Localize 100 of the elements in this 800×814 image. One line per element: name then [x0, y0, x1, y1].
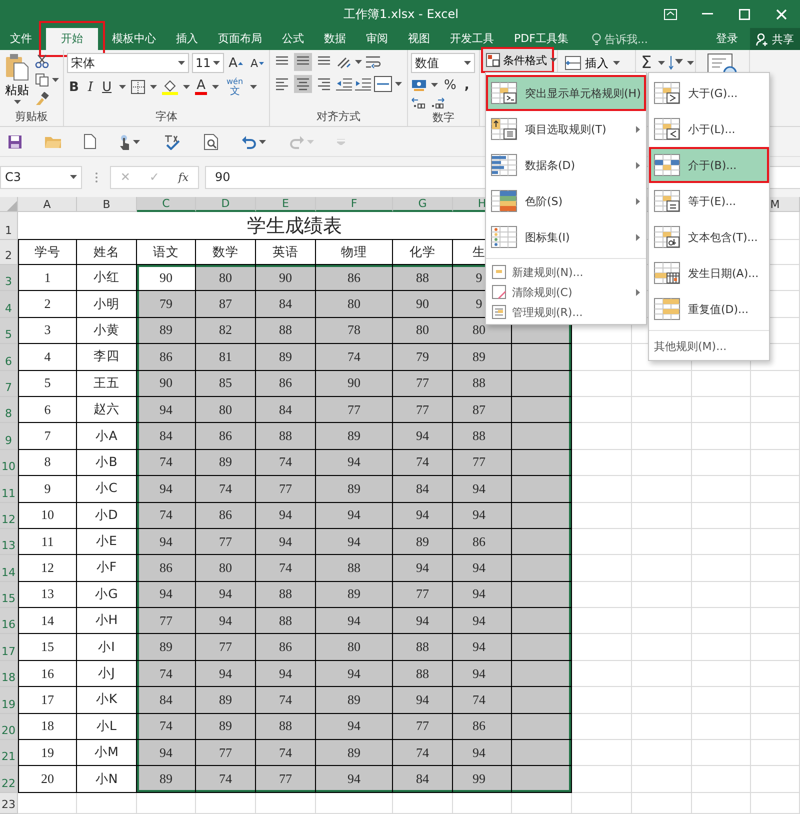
caret-icon[interactable]: [70, 175, 77, 179]
ribbon-tab[interactable]: 文件: [0, 28, 42, 50]
format-painter-icon[interactable]: [35, 92, 49, 106]
conditional-formatting-button[interactable]: 条件格式: [481, 47, 554, 73]
copy-icon[interactable]: [35, 73, 49, 87]
menu-item[interactable]: 其他规则(M)...: [649, 334, 769, 358]
ribbon-tab[interactable]: 开发工具: [440, 28, 504, 50]
close-icon[interactable]: [776, 8, 787, 20]
menu-item[interactable]: 介于(B)...: [649, 147, 769, 183]
grid-cell: [632, 423, 692, 450]
row-header: 3: [0, 265, 18, 292]
merge-cells-icon[interactable]: [374, 76, 392, 92]
wrap-text-icon[interactable]: [365, 54, 383, 70]
caret-icon[interactable]: [118, 85, 126, 89]
decrease-decimal-icon[interactable]: [431, 97, 445, 110]
table-cell: 94: [453, 502, 512, 529]
shrink-font-button[interactable]: A: [248, 53, 266, 73]
font-size-field[interactable]: 11: [192, 53, 224, 73]
caret-icon[interactable]: [431, 83, 438, 87]
print-preview-icon[interactable]: [204, 134, 218, 150]
phonetic-guide-button[interactable]: wén 文: [224, 77, 246, 97]
fill-bucket-icon[interactable]: [162, 79, 178, 95]
ribbon-tab[interactable]: 开始: [46, 28, 98, 50]
grid-cell: [692, 687, 751, 714]
share-button[interactable]: 共享: [750, 28, 800, 50]
menu-item[interactable]: 大于(G)...: [649, 75, 769, 111]
font-color-button[interactable]: A: [194, 80, 208, 94]
ribbon-tab[interactable]: 公式: [272, 28, 314, 50]
grid-cell: [751, 555, 800, 582]
ribbon-tab[interactable]: 插入: [166, 28, 208, 50]
autosum-button[interactable]: Σ: [639, 53, 654, 73]
paste-button[interactable]: 粘贴: [3, 53, 31, 109]
group-label: 数字: [432, 110, 456, 126]
caret-icon[interactable]: [212, 85, 220, 89]
ribbon-tab[interactable]: 模板中心: [102, 28, 166, 50]
caret-icon[interactable]: [14, 100, 20, 104]
caret-icon[interactable]: [182, 85, 190, 89]
menu-item[interactable]: 小于(L)...: [649, 111, 769, 147]
ribbon-tab[interactable]: 数据: [314, 28, 356, 50]
caret-icon[interactable]: [250, 85, 258, 89]
caret-icon[interactable]: [613, 61, 620, 65]
caret-icon[interactable]: [52, 78, 59, 82]
percent-button[interactable]: %: [442, 75, 458, 95]
caret-icon[interactable]: [395, 82, 402, 86]
ribbon-display-icon[interactable]: [664, 8, 677, 20]
table-cell: 84: [137, 423, 196, 450]
menu-item[interactable]: 数据条(D): [486, 147, 646, 183]
caret-icon[interactable]: [355, 60, 362, 64]
tell-me-field[interactable]: 告诉我...: [592, 28, 648, 50]
insert-function-button[interactable]: fx: [178, 170, 189, 184]
caret-icon[interactable]: [150, 85, 157, 89]
ribbon-tab[interactable]: 审阅: [356, 28, 398, 50]
font-name-field[interactable]: 宋体: [67, 53, 189, 73]
caret-icon[interactable]: [550, 58, 557, 62]
increase-indent-icon[interactable]: [355, 77, 371, 91]
caret-icon[interactable]: [464, 61, 471, 65]
increase-decimal-icon[interactable]: [411, 97, 425, 110]
bold-button[interactable]: B: [67, 77, 81, 97]
table-cell: 94: [393, 608, 453, 634]
ribbon-tab[interactable]: 页面布局: [208, 28, 272, 50]
decrease-indent-icon[interactable]: [336, 77, 352, 91]
ribbon-tab[interactable]: 视图: [398, 28, 440, 50]
undo-icon[interactable]: [241, 134, 257, 148]
table-cell: 94: [453, 476, 512, 503]
comma-button[interactable]: ,: [462, 75, 472, 95]
name-box[interactable]: C3: [0, 166, 82, 188]
caret-icon[interactable]: [178, 61, 185, 65]
align-center-icon[interactable]: [294, 75, 312, 93]
caret-icon[interactable]: [212, 61, 220, 65]
row-header: 15: [0, 582, 18, 608]
caret-icon[interactable]: [259, 140, 266, 144]
caret-icon[interactable]: [658, 61, 665, 65]
menu-item[interactable]: 发生日期(A)...: [649, 255, 769, 291]
save-icon[interactable]: [8, 134, 22, 148]
caret-icon[interactable]: [686, 61, 694, 65]
borders-icon[interactable]: [130, 80, 145, 94]
align-middle-icon[interactable]: [294, 53, 312, 71]
menu-item[interactable]: 项目选取规则(T): [486, 111, 646, 147]
spelling-check-icon[interactable]: [163, 134, 181, 150]
scissors-icon[interactable]: [35, 54, 49, 68]
minimize-icon[interactable]: [702, 13, 713, 15]
document-icon[interactable]: [84, 134, 96, 149]
touch-icon[interactable]: [119, 134, 131, 150]
number-format-field[interactable]: 数值: [411, 53, 475, 73]
currency-icon[interactable]: [411, 78, 427, 92]
table-cell: 13: [18, 582, 77, 608]
maximize-icon[interactable]: [739, 8, 750, 20]
underline-button[interactable]: U: [100, 77, 114, 97]
insert-cells-button[interactable]: 插入: [563, 53, 632, 73]
ribbon-tab[interactable]: PDF工具集: [504, 28, 578, 50]
sort-filter-icon[interactable]: [668, 55, 683, 71]
menu-item[interactable]: 文本包含(T)...: [649, 219, 769, 255]
caret-icon[interactable]: [133, 140, 140, 144]
menu-item[interactable]: 突出显示单元格规则(H): [486, 75, 646, 111]
grow-font-button[interactable]: A: [226, 53, 246, 73]
grid-cell: [751, 450, 800, 476]
menu-item[interactable]: 重复值(D)...: [649, 291, 769, 327]
grid-cell: [632, 528, 692, 556]
italic-button[interactable]: I: [86, 77, 96, 97]
sign-in-link[interactable]: 登录: [704, 28, 750, 50]
